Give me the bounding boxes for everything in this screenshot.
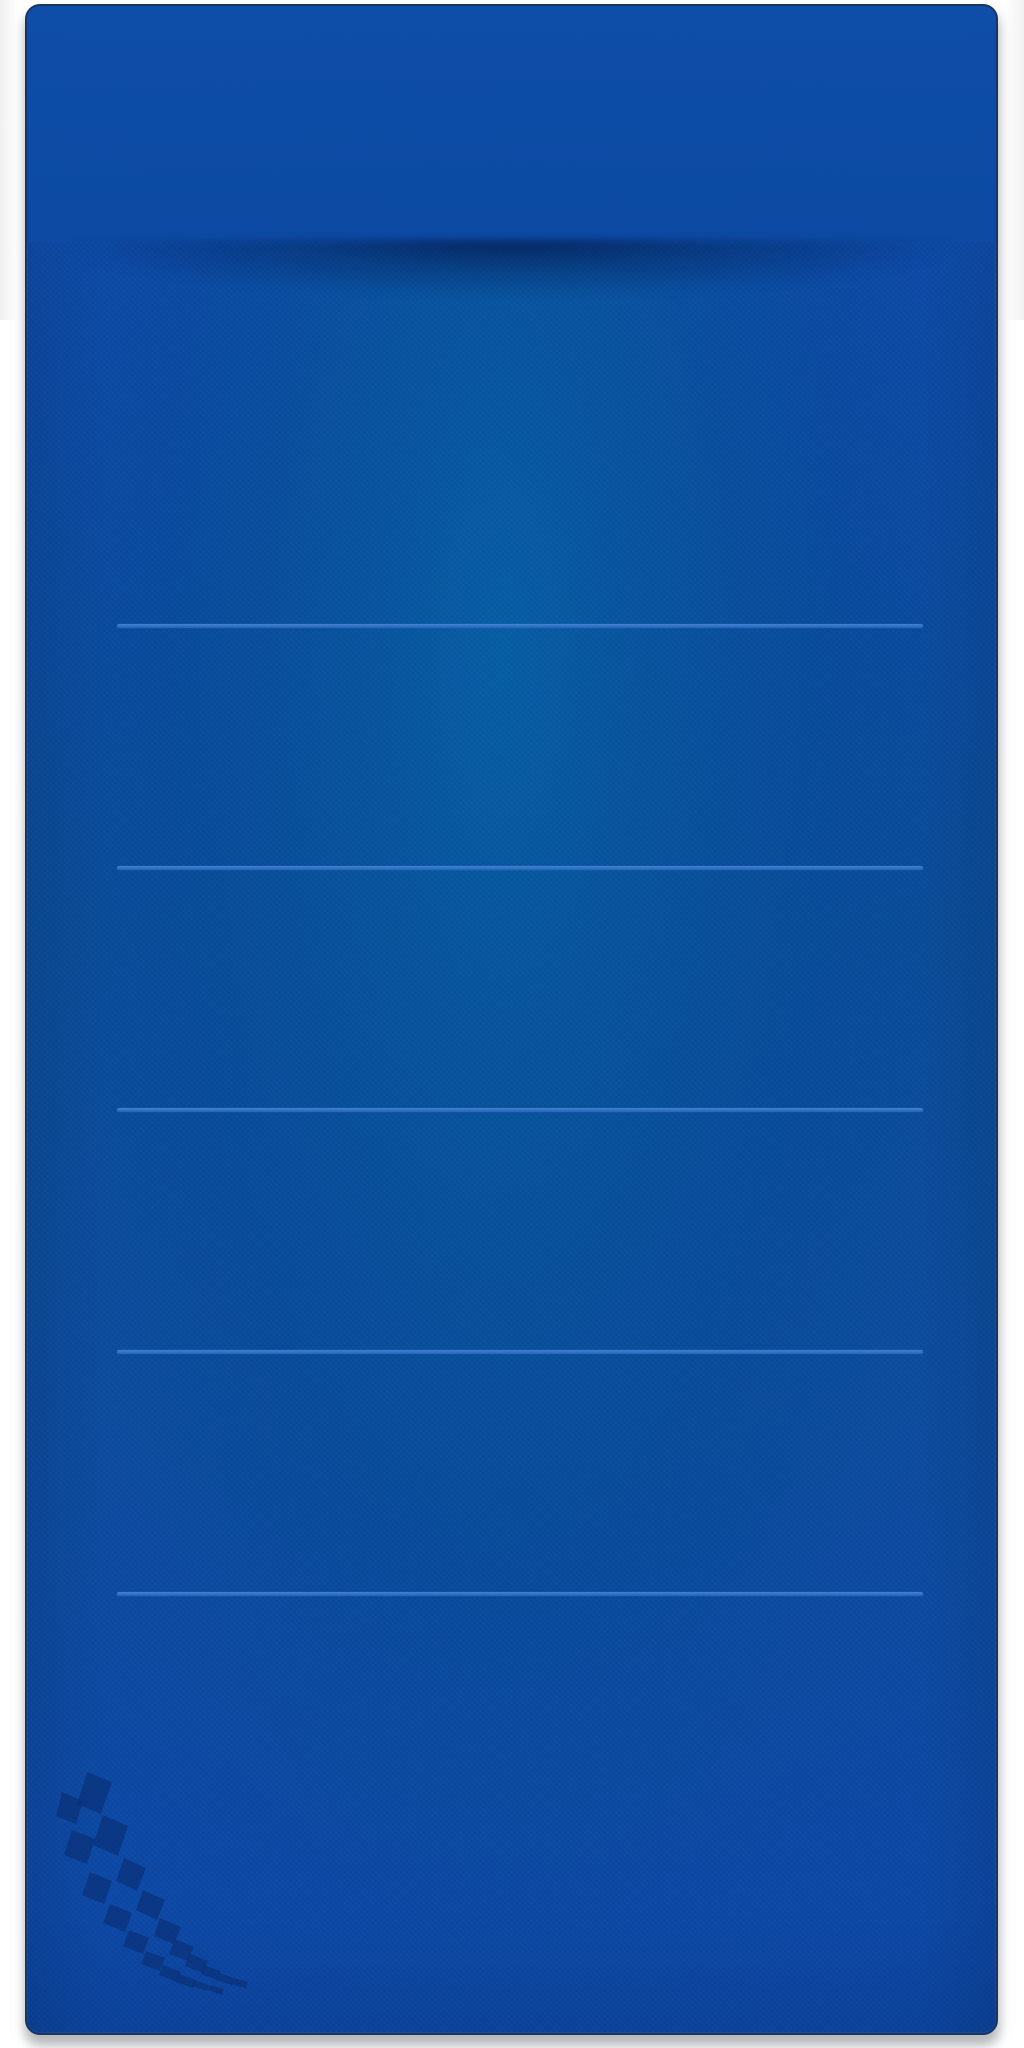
list-divider [117,1108,923,1112]
main-panel [25,4,998,2035]
list-divider [117,1592,923,1596]
right-edge-glow [1006,0,1024,320]
list-divider [117,624,923,628]
list-area [27,6,996,2033]
list-divider [117,866,923,870]
left-edge-glow [0,0,18,320]
list-divider [117,1350,923,1354]
screen [0,0,1024,2048]
